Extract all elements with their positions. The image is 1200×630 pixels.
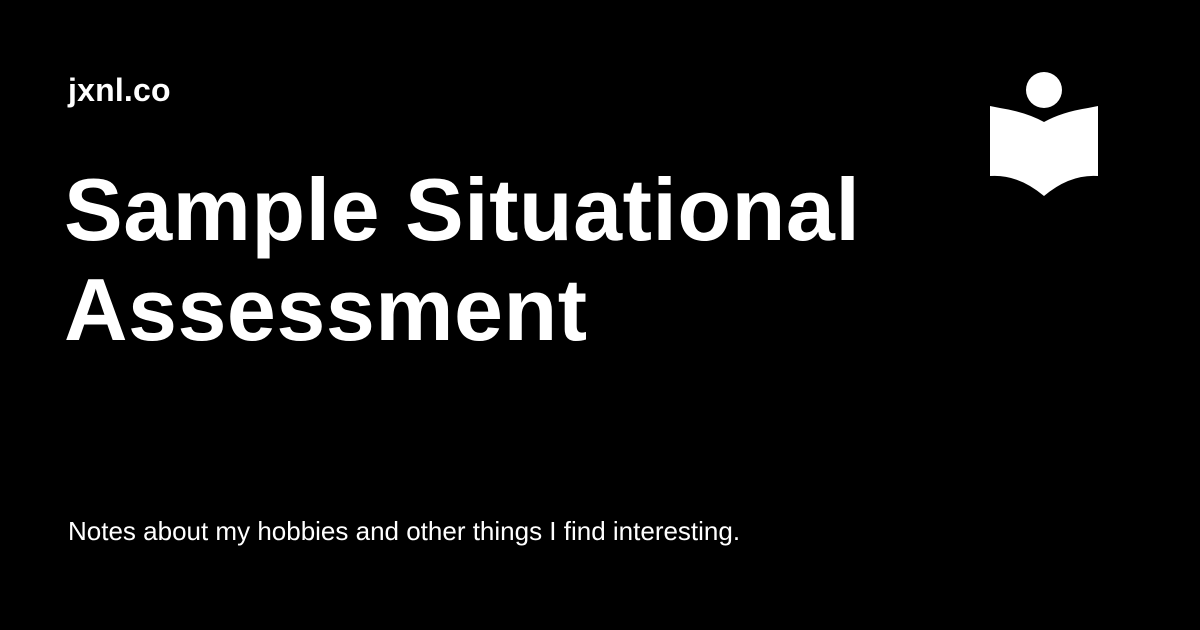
site-name[interactable]: jxnl.co [68,70,171,110]
page-title-line-2: Assessment [64,260,588,359]
site-description: Notes about my hobbies and other things … [68,516,741,546]
social-card: jxnl.co Sample Situational Assessment No… [0,0,1200,630]
page-title-line-1: Sample Situational [64,160,861,259]
reader-book-icon [988,70,1100,198]
page-title: Sample Situational Assessment [64,160,944,360]
